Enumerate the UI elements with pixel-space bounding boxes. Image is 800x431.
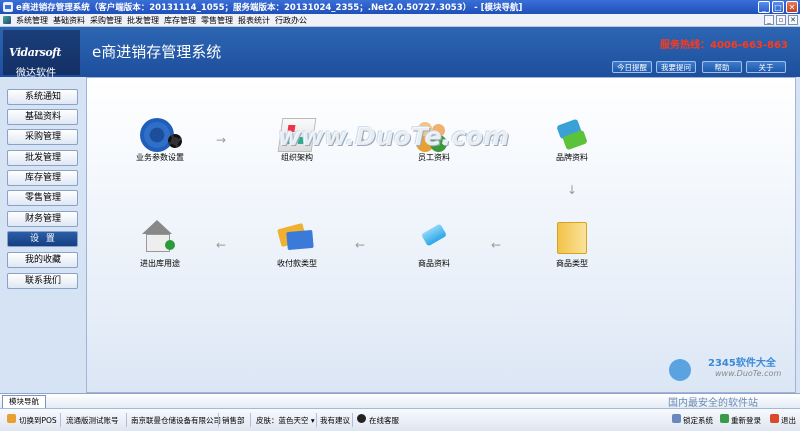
tab-strip: 模块导航 国内最安全的软件站 — [0, 393, 800, 409]
header-banner: Vidarsoft 微达软件 e商进销存管理系统 服务热线：4006-663-8… — [0, 27, 800, 79]
mdi-restore-button[interactable]: ▫ — [776, 15, 786, 25]
sidebar-item-settings[interactable]: 设 置 — [7, 231, 78, 247]
qq-penguin-icon — [357, 414, 366, 423]
menu-item-office[interactable]: 行政办公 — [275, 15, 307, 26]
folder-icon[interactable] — [557, 222, 587, 254]
watermark-text: www.DuoTe.com — [278, 122, 510, 151]
house-arrow-icon — [165, 240, 175, 250]
tab-module-navigation[interactable]: 模块导航 — [2, 395, 46, 408]
flow-employees[interactable]: 员工资料 — [389, 152, 479, 163]
flow-brands[interactable]: 品牌资料 — [527, 152, 617, 163]
app-title: e商进销存管理系统 — [92, 43, 222, 61]
sidebar-item-retail[interactable]: 零售管理 — [7, 190, 78, 206]
status-divider — [316, 413, 317, 427]
sidebar-item-purchase[interactable]: 采购管理 — [7, 129, 78, 145]
relogin-button[interactable]: 重新登录 — [731, 415, 761, 426]
flow-product-types[interactable]: 商品类型 — [527, 258, 617, 269]
online-support-link[interactable]: 在线客服 — [369, 415, 399, 426]
menu-item-wholesale[interactable]: 批发管理 — [127, 15, 159, 26]
status-divider — [126, 413, 127, 427]
status-account: 流通版测试账号 — [66, 416, 119, 425]
sidebar-item-finance[interactable]: 财务管理 — [7, 211, 78, 227]
menu-item-basic[interactable]: 基础资料 — [53, 15, 85, 26]
gear-icon[interactable] — [140, 118, 174, 152]
help-button[interactable]: 帮助 — [702, 61, 742, 73]
menu-app-icon[interactable] — [3, 16, 11, 24]
status-divider — [352, 413, 353, 427]
suggestion-link[interactable]: 我有建议 — [320, 415, 350, 426]
sidebar-item-wholesale[interactable]: 批发管理 — [7, 150, 78, 166]
service-hotline: 服务热线：4006-663-863 — [660, 40, 788, 51]
mdi-close-button[interactable]: ✕ — [788, 15, 798, 25]
sidebar-item-basic[interactable]: 基础资料 — [7, 109, 78, 125]
sidebar-item-contact[interactable]: 联系我们 — [7, 273, 78, 289]
logo-text-en: Vidarsoft — [9, 46, 61, 59]
menu-item-retail[interactable]: 零售管理 — [201, 15, 233, 26]
status-department: 销售部 — [222, 416, 245, 425]
status-bar: 切换到POS 流通版测试账号 南京联曼仓储设备有限公司 销售部 皮肤：蓝色天空 … — [0, 408, 800, 431]
sidebar-item-notice[interactable]: 系统通知 — [7, 89, 78, 105]
small-gear-icon — [168, 134, 182, 148]
sidebar-item-favorites[interactable]: 我的收藏 — [7, 252, 78, 268]
window-title: e商进销存管理系统（客户端版本：20131114_1055；服务端版本：2013… — [16, 3, 523, 13]
status-divider — [250, 413, 251, 427]
payment-cards-icon[interactable] — [279, 222, 315, 252]
ask-question-button[interactable]: 我要提问 — [656, 61, 696, 73]
exit-icon — [770, 414, 779, 423]
product-tag-icon[interactable] — [419, 224, 449, 248]
arrow-left-icon: ← — [355, 238, 366, 252]
minimize-button[interactable]: _ — [758, 1, 770, 13]
brand-badge-url: www.DuoTe.com — [715, 369, 782, 378]
title-bar: e商进销存管理系统（客户端版本：20131114_1055；服务端版本：2013… — [0, 0, 800, 14]
menu-item-system[interactable]: 系统管理 — [16, 15, 48, 26]
menu-item-inventory[interactable]: 库存管理 — [164, 15, 196, 26]
status-divider — [218, 413, 219, 427]
arrow-left-icon: ← — [216, 238, 227, 252]
arrow-left-icon: ← — [491, 238, 502, 252]
today-reminder-button[interactable]: 今日提醒 — [612, 61, 652, 73]
sidebar: 系统通知 基础资料 采购管理 批发管理 库存管理 零售管理 财务管理 设 置 我… — [0, 77, 85, 393]
flow-business-params[interactable]: 业务参数设置 — [115, 152, 205, 163]
mascot-icon — [665, 353, 705, 383]
status-company: 南京联曼仓储设备有限公司 — [131, 416, 221, 425]
flow-products[interactable]: 商品资料 — [389, 258, 479, 269]
menu-bar: 系统管理 基础资料 采购管理 批发管理 库存管理 零售管理 报表统计 行政办公 … — [0, 14, 800, 27]
pos-switch-icon — [7, 414, 16, 423]
relogin-icon — [720, 414, 729, 423]
switch-to-pos-button[interactable]: 切换到POS — [19, 415, 57, 426]
brand-tags-icon[interactable] — [556, 120, 590, 150]
sidebar-item-inventory[interactable]: 库存管理 — [7, 170, 78, 186]
skin-selector[interactable]: 皮肤：蓝色天空 ▾ — [256, 415, 315, 426]
arrow-down-icon: ↓ — [567, 183, 578, 197]
company-logo: Vidarsoft 微达软件 — [3, 30, 80, 79]
menu-item-purchase[interactable]: 采购管理 — [90, 15, 122, 26]
menu-item-reports[interactable]: 报表统计 — [238, 15, 270, 26]
brand-badge-title: 2345软件大全 — [708, 358, 776, 369]
maximize-button[interactable]: □ — [772, 1, 784, 13]
about-button[interactable]: 关于 — [746, 61, 786, 73]
flow-stock-usage[interactable]: 进出库用途 — [115, 258, 205, 269]
lock-icon — [672, 414, 681, 423]
close-button[interactable]: ✕ — [786, 1, 798, 13]
exit-button[interactable]: 退出 — [781, 415, 796, 426]
flow-organization[interactable]: 组织架构 — [252, 152, 342, 163]
app-icon — [3, 2, 13, 12]
lock-system-button[interactable]: 锁定系统 — [683, 415, 713, 426]
site-slogan: 国内最安全的软件站 — [668, 398, 758, 409]
mdi-minimize-button[interactable]: _ — [764, 15, 774, 25]
status-divider — [60, 413, 61, 427]
arrow-right-icon: → — [216, 133, 227, 147]
flow-payment-types[interactable]: 收付款类型 — [252, 258, 342, 269]
